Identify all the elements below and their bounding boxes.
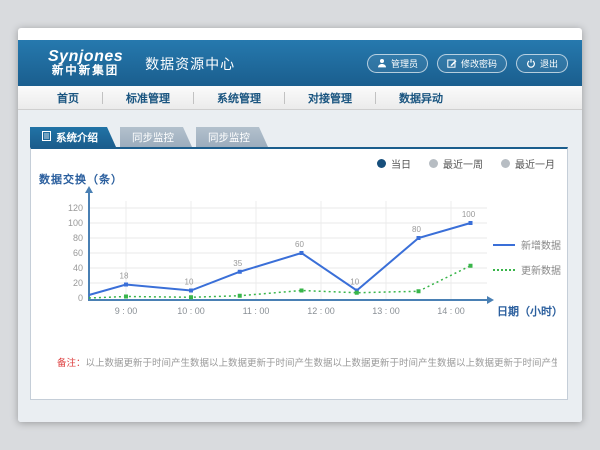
radio-option-last-week[interactable]: 最近一周 [429,156,483,171]
nav-item-data-change[interactable]: 数据异动 [376,90,466,106]
svg-text:10: 10 [185,278,194,287]
svg-text:60: 60 [73,248,83,258]
radio-dot[interactable] [429,159,438,168]
nav-item-system-management[interactable]: 系统管理 [194,90,284,106]
edit-icon [447,58,457,68]
nav-item-interface-management[interactable]: 对接管理 [285,90,375,106]
change-password-label: 修改密码 [461,57,497,70]
tab-sync-monitor-2[interactable]: 同步监控 [196,127,268,147]
svg-text:14 : 00: 14 : 00 [437,306,465,316]
chart-legend: 新增数据 更新数据 [493,237,561,277]
svg-text:80: 80 [412,225,421,234]
legend-label: 新增数据 [521,237,561,252]
radio-label: 当日 [391,156,411,171]
svg-text:20: 20 [73,278,83,288]
svg-text:0: 0 [78,293,83,303]
svg-text:35: 35 [233,259,242,268]
legend-item-updated-data: 更新数据 [493,262,561,277]
svg-text:80: 80 [73,233,83,243]
radio-label: 最近一周 [443,156,483,171]
svg-text:日期（小时）: 日期（小时） [497,304,563,318]
logout-label: 退出 [540,57,558,70]
svg-text:100: 100 [462,210,476,219]
chart-panel: 当日 最近一周 最近一月 数据交换（条） 0204060801001209 : … [30,147,568,400]
radio-dot[interactable] [501,159,510,168]
app-title: 数据资源中心 [145,54,235,74]
nav-item-standard-management[interactable]: 标准管理 [103,90,193,106]
nav-item-home[interactable]: 首页 [34,90,102,106]
desktop-background: Synjones 新中新集团 数据资源中心 管理员 修改密码 [0,0,600,450]
svg-text:40: 40 [73,263,83,273]
header-user-actions: 管理员 修改密码 退出 [367,54,568,73]
tab-label: 同步监控 [132,130,174,145]
logo-secondary-text: 新中新集团 [52,65,120,77]
content-area: 系统介绍 同步监控 同步监控 当日 最近一周 [18,110,582,422]
radio-option-today[interactable]: 当日 [377,156,411,171]
svg-text:10 : 00: 10 : 00 [177,306,205,316]
radio-dot[interactable] [377,159,386,168]
time-range-filter: 当日 最近一周 最近一月 [377,156,555,171]
svg-text:100: 100 [68,218,83,228]
footnote-text: 以上数据更新于时间产生数据以上数据更新于时间产生数据以上数据更新于时间产生数据以… [86,358,557,369]
main-navbar: 首页 标准管理 系统管理 对接管理 数据异动 [18,86,582,110]
svg-text:12 : 00: 12 : 00 [307,306,335,316]
legend-line-swatch [493,269,515,271]
power-icon [526,58,536,69]
radio-label: 最近一月 [515,156,555,171]
footnote-prefix: 备注： [57,358,86,369]
admin-user-label: 管理员 [391,57,418,70]
app-header: Synjones 新中新集团 数据资源中心 管理员 修改密码 [18,40,582,86]
tab-sync-monitor-1[interactable]: 同步监控 [120,127,192,147]
company-logo: Synjones 新中新集团 [48,49,123,78]
radio-option-last-month[interactable]: 最近一月 [501,156,555,171]
app-window: Synjones 新中新集团 数据资源中心 管理员 修改密码 [18,28,582,422]
svg-text:9 : 00: 9 : 00 [115,306,138,316]
logo-primary-text: Synjones [48,49,123,66]
svg-text:11 : 00: 11 : 00 [243,306,270,316]
svg-text:13 : 00: 13 : 00 [372,306,400,316]
change-password-button[interactable]: 修改密码 [437,54,507,73]
svg-text:120: 120 [68,203,83,213]
legend-line-swatch [493,244,515,246]
footnote: 备注：以上数据更新于时间产生数据以上数据更新于时间产生数据以上数据更新于时间产生… [57,355,557,369]
line-chart: 0 20 40 60 80 100 120 9 : 00 10 : 00 11 : 00 12 : … [31,183,567,329]
legend-item-new-data: 新增数据 [493,237,561,252]
tab-label: 同步监控 [208,130,250,145]
svg-text:60: 60 [295,240,304,249]
legend-label: 更新数据 [521,262,561,277]
tab-bar: 系统介绍 同步监控 同步监控 [30,127,268,147]
user-icon [377,58,387,68]
logout-button[interactable]: 退出 [516,54,568,73]
tab-system-intro[interactable]: 系统介绍 [30,127,116,147]
tab-label: 系统介绍 [56,130,98,145]
svg-text:10: 10 [350,278,359,287]
document-icon [42,131,51,144]
admin-user-button[interactable]: 管理员 [367,54,428,73]
svg-text:18: 18 [120,272,129,281]
